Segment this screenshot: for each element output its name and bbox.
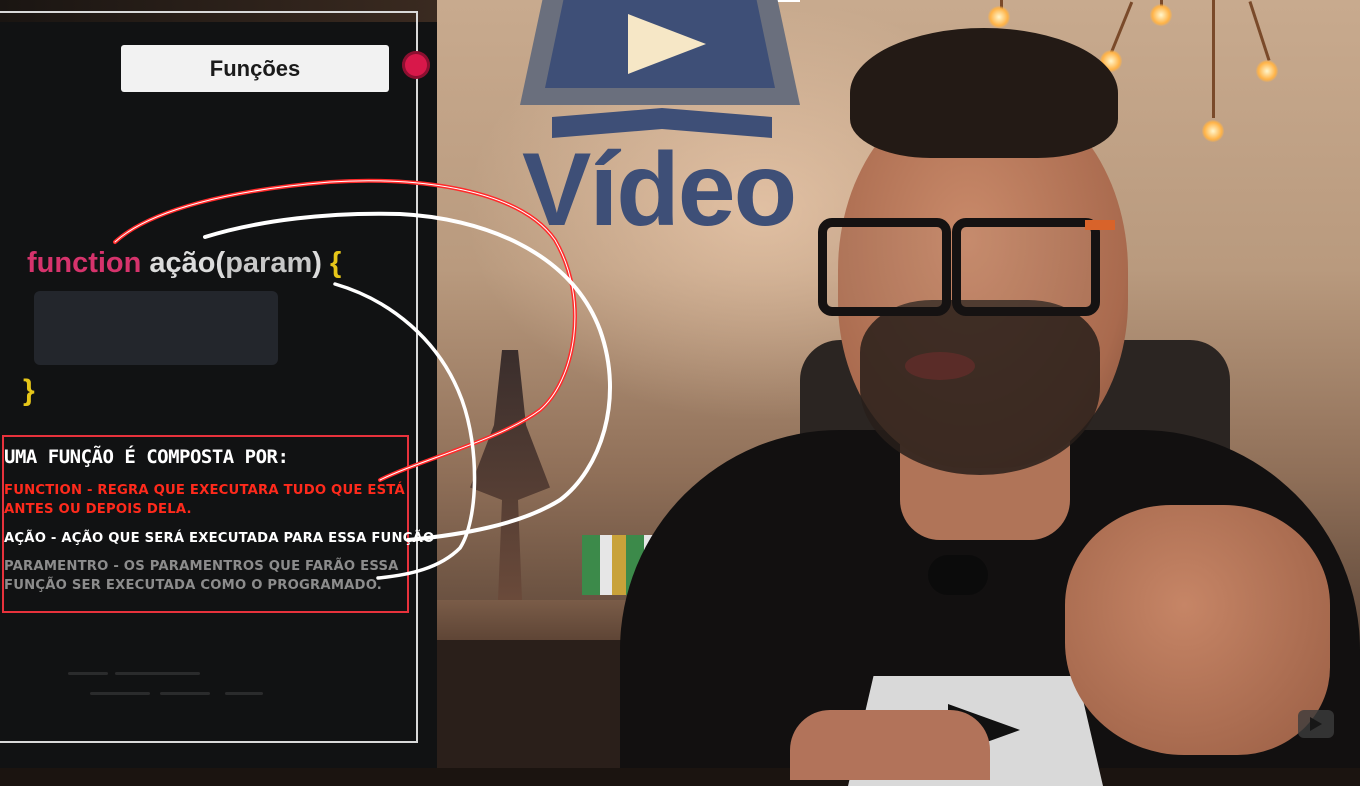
code-function-name: ação	[149, 247, 216, 279]
notes-heading: UMA FUNÇÃO É COMPOSTA POR:	[4, 446, 289, 468]
faded-line	[68, 672, 108, 675]
slide-frame	[0, 11, 418, 743]
presenter-fist	[1065, 505, 1330, 755]
lamp-bulb	[1150, 4, 1172, 26]
note-param-line-1: PARAMENTRO - OS PARAMENTROS QUE FARÃO ES…	[4, 559, 399, 574]
note-acao: AÇÃO - AÇÃO QUE SERÁ EXECUTADA PARA ESSA…	[4, 529, 434, 548]
glasses-arm	[1085, 220, 1115, 230]
lamp-bulb	[1256, 60, 1278, 82]
lamp-wire	[1212, 0, 1215, 118]
faded-line	[160, 692, 210, 695]
code-open-brace: {	[329, 247, 342, 279]
code-open-paren: (	[215, 247, 226, 279]
code-body-placeholder	[34, 291, 278, 365]
lapel-microphone	[928, 555, 988, 595]
code-keyword: function	[27, 247, 142, 279]
code-close-brace: }	[23, 374, 35, 407]
glasses-left-lens	[818, 218, 951, 316]
presenter-beard	[860, 300, 1100, 475]
record-dot-icon	[402, 51, 430, 79]
code-param: param	[225, 247, 313, 279]
presenter-mouth	[905, 352, 975, 380]
slide-title: Funções	[209, 55, 301, 81]
note-acao-line: AÇÃO - AÇÃO QUE SERÁ EXECUTADA PARA ESSA…	[4, 531, 435, 546]
faded-line	[115, 672, 200, 675]
wall-logo-play-icon	[628, 14, 706, 74]
glasses-right-lens	[952, 218, 1100, 316]
code-close-paren: )	[312, 247, 322, 279]
faded-line	[225, 692, 263, 695]
faded-line	[90, 692, 150, 695]
lamp-bulb	[988, 6, 1010, 28]
slide-title-box: Funções	[121, 45, 389, 92]
note-param-line-2: FUNÇÃO SER EXECUTADA COMO O PROGRAMADO.	[4, 578, 383, 593]
note-function-line-2: ANTES OU DEPOIS DELA.	[4, 502, 192, 517]
code-signature: function ação(param) {	[27, 243, 341, 283]
watermark-play-glyph	[1310, 717, 1322, 731]
wall-logo-text: Vídeo	[522, 132, 797, 248]
presenter-hand	[790, 710, 990, 780]
play-watermark-icon	[1298, 710, 1334, 738]
note-function: FUNCTION - REGRA QUE EXECUTARA TUDO QUE …	[4, 481, 405, 519]
lamp-bulb	[1202, 120, 1224, 142]
presenter-hair	[850, 28, 1118, 158]
note-param: PARAMENTRO - OS PARAMENTROS QUE FARÃO ES…	[4, 557, 399, 595]
note-function-line-1: FUNCTION - REGRA QUE EXECUTARA TUDO QUE …	[4, 483, 405, 498]
